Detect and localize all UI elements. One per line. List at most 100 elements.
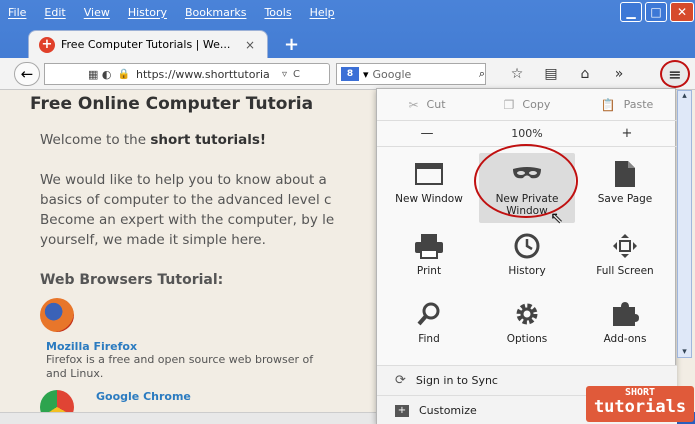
menu-edit[interactable]: Edit [44, 6, 65, 19]
options-button[interactable]: Options [479, 293, 575, 363]
vertical-scrollbar[interactable]: ▴ ▾ [677, 90, 692, 358]
horizontal-scrollbar[interactable] [0, 412, 380, 424]
paste-button[interactable]: 📋 Paste [577, 98, 677, 112]
tab-title: Free Computer Tutorials | We... [61, 38, 231, 51]
toolbar-icons: ☆ ▤ ⌂ » [500, 64, 636, 84]
firefox-link[interactable]: Mozilla Firefox [46, 340, 137, 353]
address-bar[interactable]: ▦ ◐ 🔒 https://www.shorttutoria ▿ C [44, 63, 330, 85]
firefox-desc-2: and Linux. [46, 367, 104, 380]
search-engine-dropdown-icon[interactable]: ▾ [363, 68, 369, 81]
lock-icon: 🔒 [117, 68, 130, 80]
menu-bookmarks[interactable]: Bookmarks [185, 6, 246, 19]
chrome-logo-icon[interactable] [40, 390, 74, 412]
firefox-logo-icon[interactable] [40, 298, 74, 332]
cut-label: Cut [426, 98, 446, 111]
page-title: Free Online Computer Tutoria [30, 94, 314, 114]
new-window-label: New Window [395, 193, 463, 205]
fullscreen-icon [605, 229, 645, 263]
save-page-button[interactable]: Save Page [577, 153, 673, 223]
print-label: Print [416, 265, 442, 277]
tab-active[interactable]: + Free Computer Tutorials | We... × [28, 30, 268, 58]
search-icon[interactable]: ⌕ [479, 67, 485, 81]
overflow-chevron-icon[interactable]: » [602, 64, 636, 84]
add-ons-label: Add-ons [603, 333, 647, 345]
maximize-button[interactable]: □ [645, 2, 667, 22]
magnifier-icon [409, 297, 449, 331]
watermark-logo: SHORT tutorials [586, 386, 694, 422]
new-tab-button[interactable]: + [284, 34, 299, 55]
plus-square-icon: + [395, 404, 409, 417]
zoom-reset-button[interactable]: 100% [477, 127, 577, 140]
intro-line-2: basics of computer to the advanced level… [40, 192, 332, 208]
zoom-in-button[interactable]: + [577, 126, 677, 141]
site-identity-icon[interactable]: ▦ ◐ [88, 68, 112, 81]
close-window-button[interactable]: ✕ [670, 2, 694, 22]
print-button[interactable]: Print [381, 225, 477, 295]
edit-controls: ✂ Cut ❐ Copy 📋 Paste [377, 89, 677, 121]
welcome-bold: short tutorials! [150, 132, 267, 148]
window-icon [409, 157, 449, 191]
search-bar[interactable]: 8 ▾ Google ⌕ [336, 63, 486, 85]
customize-label: Customize [419, 404, 477, 417]
add-ons-button[interactable]: Add-ons [577, 293, 673, 363]
scissors-icon: ✂ [408, 97, 419, 112]
sync-label: Sign in to Sync [415, 374, 498, 387]
save-page-label: Save Page [597, 193, 653, 205]
copy-label: Copy [522, 98, 551, 111]
section-heading: Web Browsers Tutorial: [40, 272, 224, 288]
welcome-text: Welcome to the short tutorials! [40, 132, 266, 148]
tab-close-button[interactable]: × [245, 38, 255, 52]
intro-line-4: yourself, we made it simple here. [40, 232, 266, 248]
back-button[interactable]: ← [14, 62, 40, 86]
highlight-circle [474, 144, 578, 218]
find-label: Find [418, 333, 440, 345]
printer-icon [409, 229, 449, 263]
welcome-prefix: Welcome to the [40, 132, 151, 148]
menu-help[interactable]: Help [310, 6, 335, 19]
minimize-button[interactable]: ▁ [620, 2, 642, 22]
page-icon [605, 157, 645, 191]
window-controls: ▁ □ ✕ [620, 2, 694, 22]
clock-icon [507, 229, 547, 263]
clipboard-icon: 📋 [600, 97, 616, 112]
menu-history[interactable]: History [128, 6, 167, 19]
full-screen-button[interactable]: Full Screen [577, 225, 673, 295]
cut-button[interactable]: ✂ Cut [377, 98, 477, 112]
menu-view[interactable]: View [84, 6, 110, 19]
history-button[interactable]: History [479, 225, 575, 295]
search-placeholder: Google [372, 67, 412, 81]
scroll-up-icon[interactable]: ▴ [678, 91, 691, 101]
scroll-down-icon[interactable]: ▾ [678, 347, 691, 357]
main-menu-panel: ✂ Cut ❐ Copy 📋 Paste — 100% + New Window Ne… [376, 88, 677, 424]
menu-bar: File Edit View History Bookmarks Tools H… [0, 0, 615, 24]
find-button[interactable]: Find [381, 293, 477, 363]
dropdown-icon[interactable]: ▿ [282, 69, 287, 80]
copy-icon: ❐ [503, 97, 515, 112]
sync-icon: ⟳ [395, 373, 406, 388]
new-window-button[interactable]: New Window [381, 153, 477, 223]
history-label: History [508, 265, 546, 277]
copy-button[interactable]: ❐ Copy [477, 98, 577, 112]
full-screen-label: Full Screen [596, 265, 654, 277]
options-label: Options [506, 333, 548, 345]
chrome-link[interactable]: Google Chrome [96, 390, 191, 403]
home-icon[interactable]: ⌂ [568, 64, 602, 84]
bookmarks-menu-icon[interactable]: ▤ [534, 64, 568, 84]
mouse-cursor-icon: ⇖ [550, 208, 564, 227]
site-favicon-icon: + [39, 36, 55, 53]
firefox-desc-1: Firefox is a free and open source web br… [46, 353, 314, 366]
open-menu-button[interactable]: ≡ [660, 60, 690, 88]
menu-file[interactable]: File [8, 6, 26, 19]
gear-icon [507, 297, 547, 331]
bookmark-star-icon[interactable]: ☆ [500, 64, 534, 84]
intro-line-1: We would like to help you to know about … [40, 172, 327, 188]
menu-tools[interactable]: Tools [264, 6, 291, 19]
paste-label: Paste [623, 98, 654, 111]
reload-icon[interactable]: C [293, 69, 300, 80]
watermark-line-2: tutorials [593, 397, 687, 417]
url-text: https://www.shorttutoria [135, 67, 270, 81]
search-engine-icon[interactable]: 8 [341, 67, 359, 81]
intro-line-3: Become an expert with the computer, by l… [40, 212, 335, 228]
navigation-toolbar: ← ▦ ◐ 🔒 https://www.shorttutoria ▿ C 8 ▾… [0, 58, 695, 90]
zoom-out-button[interactable]: — [377, 126, 477, 141]
